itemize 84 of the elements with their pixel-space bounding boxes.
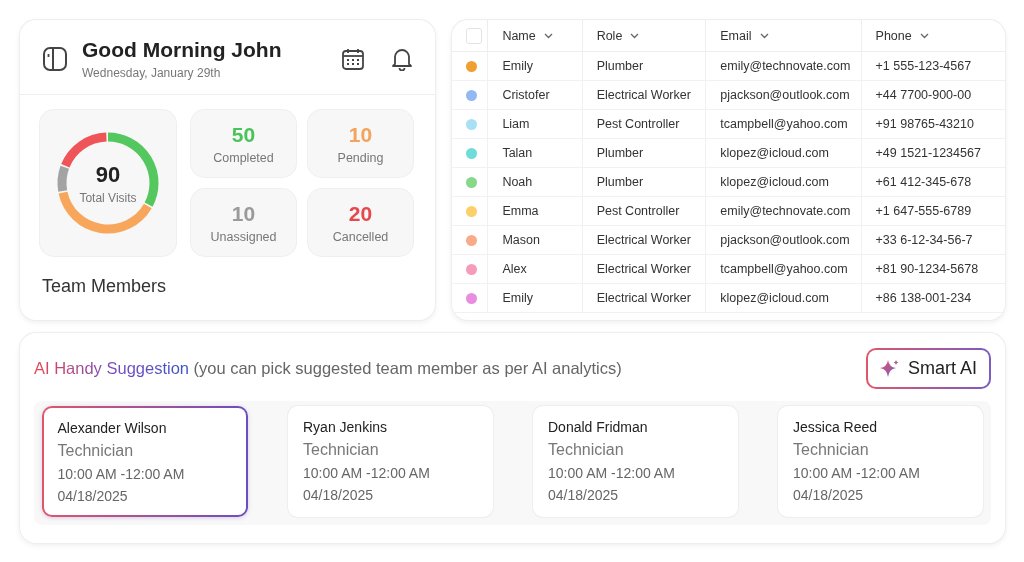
stat-label: Cancelled	[332, 229, 389, 244]
smart-ai-button[interactable]: Smart AI	[865, 348, 991, 389]
calendar-icon[interactable]	[341, 47, 365, 71]
stat-label: Completed	[213, 150, 274, 165]
table-cell: Pest Controller	[596, 204, 680, 218]
chevron-down-icon[interactable]	[543, 32, 553, 39]
table-cell: Electrical Worker	[596, 233, 691, 247]
date-text: Wednesday, January 29th	[82, 66, 222, 80]
table-cell: klopez@icloud.com	[720, 175, 829, 189]
table-cell: emily@technovate.com	[720, 204, 851, 218]
table-cell: +81 90-1234-5678	[875, 262, 979, 276]
table-cell: klopez@icloud.com	[720, 291, 829, 305]
table-cell: pjackson@outlook.com	[720, 233, 850, 247]
table-cell: Electrical Worker	[596, 291, 691, 305]
member-date: 04/18/2025	[303, 487, 375, 503]
table-cell: +61 412-345-678	[875, 175, 972, 189]
stat-label: Pending	[337, 150, 384, 165]
member-time: 10:00 AM -12:00 AM	[548, 465, 676, 481]
member-date: 04/18/2025	[548, 487, 620, 503]
member-card[interactable]: Ryan Jenkins Technician 10:00 AM -12:00 AM 04/18/2025	[288, 406, 493, 517]
table-cell: tcampbell@yahoo.com	[720, 117, 848, 131]
stat-value: 10	[231, 201, 256, 226]
select-all-checkbox[interactable]	[466, 27, 482, 44]
member-time: 10:00 AM -12:00 AM	[303, 465, 431, 481]
table-cell: tcampbell@yahoo.com	[720, 262, 848, 276]
table-cell: Noah	[502, 175, 533, 189]
table-cell: +1 647-555-6789	[875, 204, 972, 218]
member-role: Technician	[57, 441, 135, 460]
member-role: Technician	[793, 441, 870, 459]
table-cell: +33 6-12-34-56-7	[875, 233, 973, 247]
table-cell: +1 555-123-4567	[875, 59, 972, 73]
member-time: 10:00 AM -12:00 AM	[57, 465, 186, 482]
table-cell: +44 7700-900-00	[875, 88, 972, 102]
table-cell: Cristofer	[502, 88, 550, 102]
member-name: Donald Fridman	[548, 419, 649, 435]
suggestion-title: AI Handy Suggestion	[34, 359, 190, 377]
member-card[interactable]: Jessica Reed Technician 10:00 AM -12:00 AM 04/18/2025	[778, 406, 983, 517]
table-cell: +86 138-001-234	[875, 291, 972, 305]
member-card[interactable]: Alexander Wilson Technician 10:00 AM -12:00 AM 04/18/2025	[42, 406, 248, 517]
table-cell: klopez@icloud.com	[720, 146, 829, 160]
member-time: 10:00 AM -12:00 AM	[793, 465, 921, 481]
table-cell: Electrical Worker	[596, 88, 691, 102]
table-cell: Liam	[502, 117, 530, 131]
chevron-down-icon[interactable]	[630, 32, 640, 39]
table-cell: pjackson@outlook.com	[720, 88, 850, 102]
member-name: Alexander Wilson	[57, 419, 168, 436]
table-cell: Plumber	[596, 146, 644, 160]
member-date: 04/18/2025	[793, 487, 865, 503]
total-visits-value: 90	[95, 161, 121, 188]
table-cell: Electrical Worker	[596, 262, 691, 276]
column-header[interactable]: Name	[502, 28, 536, 43]
column-header[interactable]: Phone	[875, 28, 912, 43]
chevron-down-icon[interactable]	[759, 32, 769, 39]
total-visits-label: Total Visits	[79, 190, 137, 205]
table-cell: Alex	[502, 262, 527, 276]
stat-label: Unassigned	[210, 229, 277, 244]
member-role: Technician	[303, 441, 380, 459]
member-name: Ryan Jenkins	[303, 419, 389, 435]
table-cell: Plumber	[596, 175, 644, 189]
table-cell: Emily	[502, 291, 533, 305]
notification-bell-icon[interactable]	[391, 47, 413, 71]
greeting-title: Good Morning John	[82, 38, 283, 62]
stat-value: 50	[231, 122, 256, 147]
chevron-down-icon[interactable]	[919, 32, 929, 39]
table-cell: Mason	[502, 233, 540, 247]
section-title: Team Members	[41, 275, 168, 297]
table-cell: Plumber	[596, 59, 644, 73]
table-cell: Pest Controller	[596, 117, 680, 131]
suggestion-note: (you can pick suggested team member as per AI analytics)	[193, 359, 622, 377]
stat-value: 20	[348, 201, 373, 226]
table-cell: emily@technovate.com	[720, 59, 851, 73]
member-date: 04/18/2025	[57, 487, 129, 504]
column-header[interactable]: Role	[596, 28, 623, 43]
table-cell: +49 1521-1234567	[875, 146, 981, 160]
member-name: Jessica Reed	[793, 419, 879, 435]
sidebar-toggle-icon[interactable]	[42, 46, 68, 72]
table-cell: Emily	[502, 59, 533, 73]
table-cell: Emma	[502, 204, 539, 218]
table-cell: +91 98765-43210	[875, 117, 974, 131]
table-cell: Talan	[502, 146, 533, 160]
member-role: Technician	[548, 441, 625, 459]
column-header[interactable]: Email	[720, 28, 752, 43]
stat-value: 10	[348, 122, 373, 147]
member-card[interactable]: Donald Fridman Technician 10:00 AM -12:00 AM 04/18/2025	[533, 406, 738, 517]
